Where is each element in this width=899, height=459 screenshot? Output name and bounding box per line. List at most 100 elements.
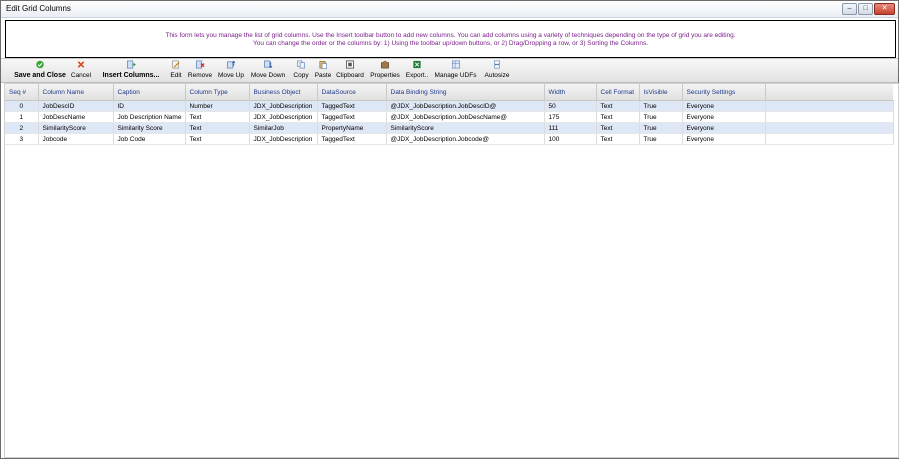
cell-isvisible: True [639,133,683,145]
header-business-object[interactable]: Business Object [249,84,318,101]
move-up-label: Move Up [217,72,244,79]
move-up-button[interactable]: Move Up [216,59,246,82]
cell-filler [765,111,894,123]
cell-column-name: JobDescID [38,100,114,112]
copy-button[interactable]: Copy [291,59,311,82]
paste-icon [319,61,327,69]
properties-label: Properties [370,72,400,79]
table-row[interactable]: 3 Jobcode Job Code Text JDX_JobDescripti… [5,133,894,145]
cancel-button[interactable]: Cancel [69,59,93,82]
cell-datasource: PropertyName [317,122,387,134]
cell-business-object: JDX_JobDescription [249,111,318,123]
cell-business-object: JDX_JobDescription [249,100,318,112]
cell-security-settings: Everyone [682,111,766,123]
cell-column-name: SimilarityScore [38,122,114,134]
window-controls: – □ ✕ [842,3,895,15]
cell-seq: 3 [5,133,39,145]
cell-isvisible: True [639,100,683,112]
move-up-icon [227,60,236,69]
cell-datasource: TaggedText [317,111,387,123]
table-row[interactable]: 1 JobDescName Job Description Name Text … [5,111,894,123]
edit-button[interactable]: Edit [167,59,185,82]
manage-udfs-label: Manage UDFs [434,72,477,79]
export-label: Export.. [405,72,429,79]
cell-seq: 0 [5,100,39,112]
edit-pencil-icon [172,60,180,69]
cell-datasource: TaggedText [317,100,387,112]
columns-table: Seq # Column Name Caption Column Type Bu… [5,84,894,145]
cell-width: 50 [544,100,597,112]
insert-column-icon [127,60,136,69]
header-cell-format[interactable]: Cell Format [596,84,640,101]
cell-seq: 2 [5,122,39,134]
cell-width: 100 [544,133,597,145]
cell-security-settings: Everyone [682,122,766,134]
properties-button[interactable]: Properties [369,59,401,82]
clipboard-label: Clipboard [336,72,364,79]
clipboard-icon [346,60,354,69]
cell-security-settings: Everyone [682,100,766,112]
excel-export-icon [413,60,421,69]
header-security-settings[interactable]: Security Settings [682,84,766,101]
insert-columns-button[interactable]: Insert Columns... [100,59,162,82]
move-down-label: Move Down [250,72,286,79]
header-isvisible[interactable]: IsVisible [639,84,683,101]
cell-column-type: Text [185,111,250,123]
cell-width: 175 [544,111,597,123]
instructions-panel: This form lets you manage the list of gr… [5,20,896,58]
cell-isvisible: True [639,122,683,134]
clipboard-button[interactable]: Clipboard [335,59,365,82]
header-column-type[interactable]: Column Type [185,84,250,101]
maximize-button[interactable]: □ [858,3,873,15]
save-and-close-label: Save and Close [14,72,66,79]
save-and-close-button[interactable]: Save and Close [13,59,67,82]
paste-button[interactable]: Paste [313,59,333,82]
minimize-button[interactable]: – [842,3,857,15]
header-seq[interactable]: Seq # [5,84,39,101]
header-column-name[interactable]: Column Name [38,84,114,101]
cell-column-type: Text [185,122,250,134]
cell-caption: Similarity Score [113,122,186,134]
header-filler [765,84,893,101]
window-title: Edit Grid Columns [6,4,71,13]
table-row[interactable]: 0 JobDescID ID Number JDX_JobDescription… [5,100,894,112]
edit-grid-columns-window: Edit Grid Columns – □ ✕ This form lets y… [0,0,899,459]
autosize-button[interactable]: Autosize [482,59,512,82]
cell-business-object: SimilarJob [249,122,318,134]
header-caption[interactable]: Caption [113,84,186,101]
move-down-button[interactable]: Move Down [249,59,287,82]
header-data-binding-string[interactable]: Data Binding String [386,84,545,101]
cell-security-settings: Everyone [682,133,766,145]
toolbar: Save and Close Cancel Insert Columns... … [1,58,898,83]
cell-cell-format: Text [596,122,640,134]
export-button[interactable]: Export.. [404,59,430,82]
table-row[interactable]: 2 SimilarityScore Similarity Score Text … [5,122,894,134]
udf-grid-icon [451,60,460,69]
paste-label: Paste [314,72,332,79]
close-button[interactable]: ✕ [874,3,895,15]
cell-column-name: JobDescName [38,111,114,123]
autosize-icon [493,60,501,69]
remove-button[interactable]: Remove [187,59,213,82]
header-width[interactable]: Width [544,84,597,101]
title-bar: Edit Grid Columns – □ ✕ [1,1,898,18]
cell-data-binding-string: @JDX_JobDescription.JobDescName@ [386,111,545,123]
autosize-label: Autosize [484,72,510,79]
cell-column-type: Number [185,100,250,112]
cell-filler [765,100,894,112]
red-x-icon [77,61,85,68]
cell-column-type: Text [185,133,250,145]
cell-filler [765,122,894,134]
cell-data-binding-string: @JDX_JobDescription.Jobcode@ [386,133,545,145]
remove-label: Remove [187,72,213,79]
remove-column-icon [196,60,205,69]
header-datasource[interactable]: DataSource [317,84,387,101]
columns-grid: Seq # Column Name Caption Column Type Bu… [4,83,899,458]
cell-business-object: JDX_JobDescription [249,133,318,145]
cancel-label: Cancel [70,72,92,79]
cell-seq: 1 [5,111,39,123]
cell-caption: Job Description Name [113,111,186,123]
cell-data-binding-string: @JDX_JobDescription.JobDescID@ [386,100,545,112]
instructions-line-2: You can change the order or the columns … [252,40,649,47]
manage-udfs-button[interactable]: Manage UDFs [433,59,478,82]
